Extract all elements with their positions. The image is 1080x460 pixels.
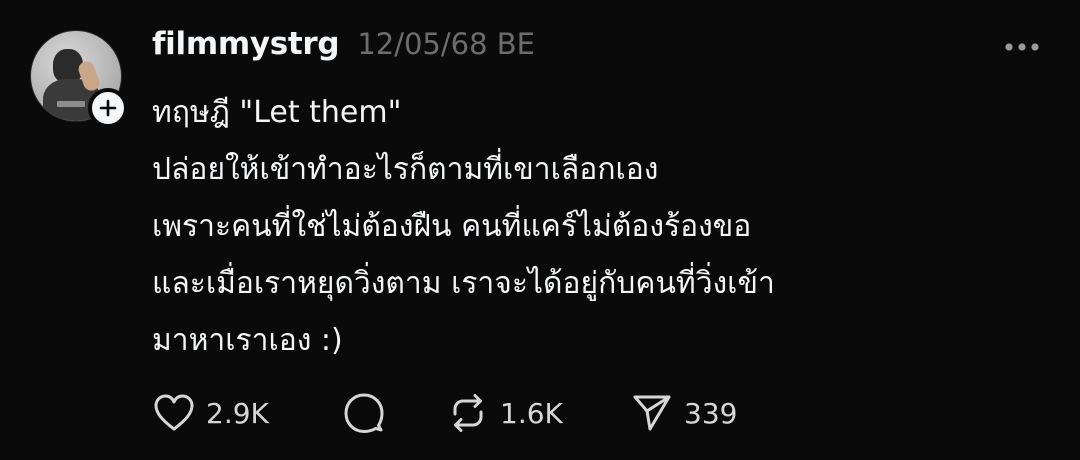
like-count: 2.9K [206,396,269,430]
post-text-line: ทฤษฎี "Let them" [152,95,402,130]
like-button[interactable]: 2.9K [152,390,342,436]
post-text-line: เพราะคนที่ใช่ไม่ต้องฝืน คนที่แคร์ไม่ต้อง… [152,209,752,244]
comment-icon [342,391,386,435]
repost-count: 1.6K [500,396,563,430]
share-button[interactable]: 339 [630,390,737,436]
post-actions-bar: 2.9K 1.6K 339 [152,390,737,436]
repost-button[interactable]: 1.6K [446,390,630,436]
post-body: ทฤษฎี "Let them" ปล่อยให้เข้าทำอะไรก็ตาม… [152,84,1052,369]
reply-button[interactable] [342,390,446,436]
more-options-button[interactable] [1000,32,1044,62]
avatar-shirt-print [57,101,85,107]
plus-icon [99,99,117,117]
post-timestamp[interactable]: 12/05/68 BE [357,27,535,61]
share-count: 339 [684,396,738,430]
post-text-line: ปล่อยให้เข้าทำอะไรก็ตามที่เขาเลือกเอง [152,152,659,187]
send-icon [630,391,674,435]
follow-button[interactable] [88,88,128,128]
post-header: filmmystrg 12/05/68 BE [152,26,535,70]
more-horizontal-icon [1005,43,1039,51]
heart-icon [152,391,196,435]
post-text-line: และเมื่อเราหยุดวิ่งตาม เราจะได้อยู่กับคน… [152,266,775,301]
threads-post: filmmystrg 12/05/68 BE ทฤษฎี "Let them" … [0,0,1080,460]
username-link[interactable]: filmmystrg [152,26,340,62]
repost-icon [446,391,490,435]
post-text-line: มาหาเราเอง :) [152,323,343,358]
